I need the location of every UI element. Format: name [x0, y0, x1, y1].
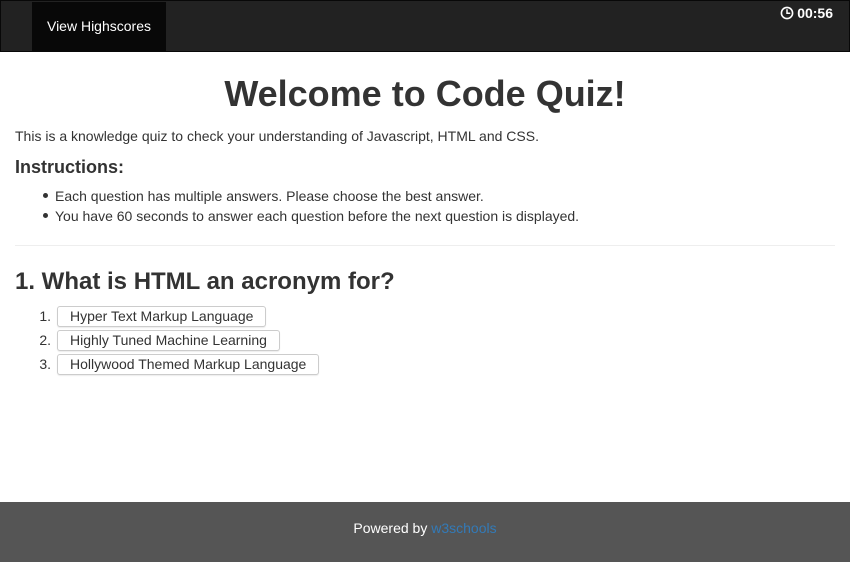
- footer-prefix: Powered by: [353, 520, 432, 536]
- answer-list: 1. Hyper Text Markup Language 2. Highly …: [15, 304, 835, 376]
- intro-text: This is a knowledge quiz to check your u…: [15, 128, 539, 144]
- main-content: Welcome to Code Quiz! This is a knowledg…: [15, 52, 835, 376]
- answer-item: 2. Highly Tuned Machine Learning: [39, 328, 835, 352]
- answer-number: 1.: [39, 308, 51, 324]
- view-highscores-link[interactable]: View Highscores: [32, 2, 166, 51]
- page-title: Welcome to Code Quiz!: [224, 73, 626, 114]
- question-text: 1. What is HTML an acronym for?: [15, 268, 395, 295]
- answer-number: 2.: [39, 332, 51, 348]
- timer: 00:56: [780, 4, 833, 22]
- w3schools-link[interactable]: w3schools: [431, 520, 496, 536]
- clock-icon: [780, 6, 794, 20]
- instruction-item: You have 60 seconds to answer each quest…: [43, 206, 835, 226]
- instructions-heading: Instructions:: [15, 157, 125, 177]
- footer: Powered by w3schools: [0, 502, 850, 562]
- divider: [15, 245, 835, 246]
- top-navbar: View Highscores 00:56: [0, 0, 850, 52]
- instruction-item: Each question has multiple answers. Plea…: [43, 186, 835, 206]
- timer-value: 00:56: [797, 5, 833, 21]
- answer-item: 3. Hollywood Themed Markup Language: [39, 352, 835, 376]
- answer-button-3[interactable]: Hollywood Themed Markup Language: [57, 353, 320, 375]
- answer-item: 1. Hyper Text Markup Language: [39, 304, 835, 328]
- answer-button-2[interactable]: Highly Tuned Machine Learning: [57, 329, 280, 351]
- instructions-list: Each question has multiple answers. Plea…: [15, 186, 835, 226]
- answer-button-1[interactable]: Hyper Text Markup Language: [57, 305, 267, 327]
- answer-number: 3.: [39, 356, 51, 372]
